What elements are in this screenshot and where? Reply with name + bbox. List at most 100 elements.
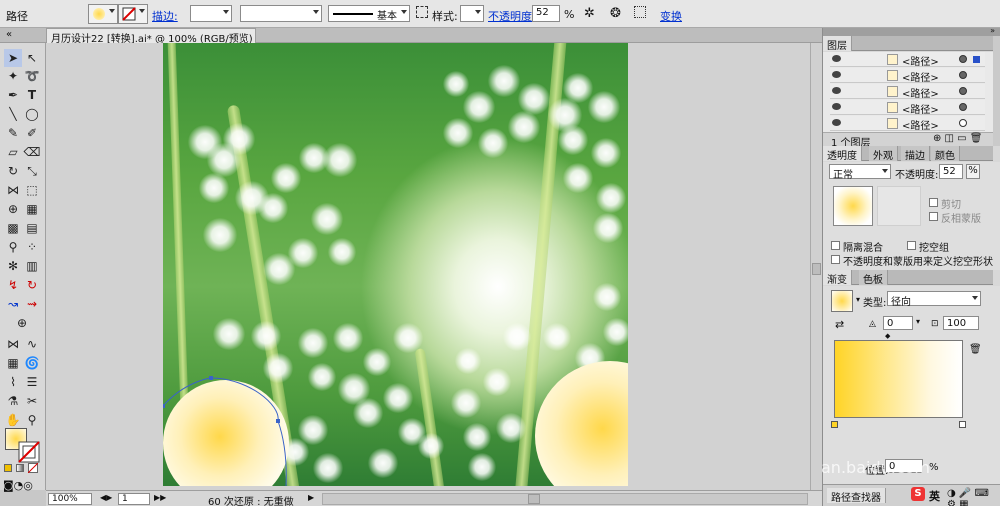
- visibility-eye-icon[interactable]: [832, 71, 841, 78]
- warp-tool-icon[interactable]: ⋈: [4, 335, 22, 353]
- layer-row[interactable]: <路径>: [830, 116, 985, 132]
- target-icon[interactable]: [959, 119, 967, 127]
- zoom-field[interactable]: 100%: [48, 493, 92, 505]
- vertical-scrollbar[interactable]: [810, 43, 822, 490]
- angle-dropdown-icon[interactable]: ▾: [916, 317, 920, 326]
- isolate-blending-checkbox[interactable]: [831, 241, 840, 250]
- layer-row[interactable]: <路径>: [830, 52, 985, 68]
- reverse-gradient-icon[interactable]: ⇄: [835, 318, 844, 331]
- gradient-stop-start[interactable]: [831, 421, 838, 428]
- rotate-tool-icon[interactable]: ↻: [4, 162, 22, 180]
- blob-brush-tool-icon[interactable]: ▱: [4, 143, 22, 161]
- document-tab[interactable]: 月历设计22 [转换].ai* @ 100% (RGB/预览) ⊠: [46, 28, 256, 43]
- scale-tool-icon[interactable]: ⤡: [23, 162, 41, 180]
- ime-logo-icon[interactable]: S: [911, 487, 925, 501]
- pen-tool-icon[interactable]: ✒: [4, 86, 22, 104]
- shape-builder-tool-icon[interactable]: ⊕: [4, 200, 22, 218]
- list-tool-icon[interactable]: ☰: [23, 373, 41, 391]
- gradient-preview-swatch[interactable]: [831, 290, 853, 312]
- vertical-scroll-thumb[interactable]: [812, 263, 821, 275]
- gradient-mode-icon[interactable]: [16, 464, 24, 472]
- direct-selection-tool-icon[interactable]: ↖: [23, 49, 41, 67]
- knife-tool-icon[interactable]: ✂: [23, 392, 41, 410]
- visibility-eye-icon[interactable]: [832, 103, 841, 110]
- opacity-value-field[interactable]: 52: [939, 164, 963, 179]
- draw-mode-icon[interactable]: ◙◔◎: [3, 479, 33, 492]
- artboard-artwork[interactable]: [163, 43, 628, 486]
- opacity-mask-thumbnail[interactable]: [877, 186, 921, 226]
- selection-tool-icon[interactable]: ➤: [4, 49, 22, 67]
- perspective-grid-tool-icon[interactable]: ▦: [23, 200, 41, 218]
- horizontal-scrollbar[interactable]: [322, 493, 808, 505]
- align-stroke-icon[interactable]: [416, 6, 428, 18]
- collapse-toolbox-icon[interactable]: «: [6, 29, 12, 40]
- hand-tool-icon[interactable]: ✋: [4, 411, 22, 429]
- ime-toolbar-icons[interactable]: ◑ 🎤 ⌨ ⚙ ▦: [947, 488, 1000, 506]
- sparkline-tool-icon[interactable]: ⌇: [4, 373, 22, 391]
- ellipse-tool-icon[interactable]: ◯: [23, 105, 41, 123]
- column-graph-tool-icon[interactable]: ▥: [23, 257, 41, 275]
- chart-tool-icon[interactable]: ▦: [4, 354, 22, 372]
- next-artboard-icon[interactable]: ▶▶: [154, 493, 166, 502]
- invert-mask-checkbox[interactable]: [929, 212, 938, 221]
- align-to-icon[interactable]: [634, 6, 646, 18]
- free-transform-tool-icon[interactable]: ⬚: [23, 181, 41, 199]
- none-mode-icon[interactable]: [28, 463, 38, 473]
- slice-tool-icon[interactable]: ↻: [23, 276, 41, 294]
- layer-row[interactable]: <路径>: [830, 84, 985, 100]
- aspect-ratio-field[interactable]: 100: [943, 316, 979, 330]
- status-menu-icon[interactable]: ▶: [308, 493, 314, 502]
- opacity-unit-button[interactable]: %: [966, 164, 980, 179]
- visibility-eye-icon[interactable]: [832, 119, 841, 126]
- zoom-tool-icon[interactable]: ⚲: [23, 411, 41, 429]
- wave-tool-icon[interactable]: ∿: [23, 335, 41, 353]
- brush-definition-dropdown[interactable]: 基本: [328, 5, 410, 22]
- mesh-tool-icon[interactable]: ▩: [4, 219, 22, 237]
- stroke-swatch-button[interactable]: [118, 4, 148, 24]
- visibility-eye-icon[interactable]: [832, 55, 841, 62]
- canvas-area[interactable]: [46, 43, 822, 490]
- pencil-tool-icon[interactable]: ✐: [23, 124, 41, 142]
- collapse-dock-icon[interactable]: »: [990, 26, 995, 35]
- layer-row[interactable]: <路径>: [830, 100, 985, 116]
- transform-link[interactable]: 变换: [660, 8, 682, 24]
- symbol-sprayer-tool-icon[interactable]: ✻: [4, 257, 22, 275]
- type-tool-icon[interactable]: T: [23, 86, 41, 104]
- visibility-eye-icon[interactable]: [832, 87, 841, 94]
- stroke-color-box[interactable]: [18, 441, 40, 463]
- artboard-tool-icon[interactable]: ↯: [4, 276, 22, 294]
- eraser-tool-icon[interactable]: ⌫: [23, 143, 41, 161]
- tab-swatches[interactable]: 色板: [859, 270, 888, 286]
- gradient-type-dropdown[interactable]: 径向: [887, 291, 981, 308]
- paintbrush-tool-icon[interactable]: ✎: [4, 124, 22, 142]
- target-icon[interactable]: [959, 71, 967, 79]
- opacity-input[interactable]: 52: [532, 5, 560, 22]
- isolate-icon[interactable]: ❂: [610, 6, 621, 21]
- graphic-style-dropdown[interactable]: [460, 5, 484, 22]
- knockout-group-checkbox[interactable]: [907, 241, 916, 250]
- clip-checkbox[interactable]: [929, 198, 938, 207]
- blend-tool-icon[interactable]: ⁘: [23, 238, 41, 256]
- magic-wand-tool-icon[interactable]: ✦: [4, 67, 22, 85]
- join-tool-icon[interactable]: ⇝: [23, 295, 41, 313]
- twirl-tool-icon[interactable]: 🌀: [23, 354, 41, 372]
- opacity-link[interactable]: 不透明度: [488, 8, 532, 24]
- target-icon[interactable]: [959, 103, 967, 111]
- layers-scrollbar[interactable]: [993, 36, 1000, 146]
- blend-mode-dropdown[interactable]: 正常: [829, 164, 891, 181]
- layers-footer-icons[interactable]: ⊕ ◫ ▭ 🗑: [933, 133, 983, 144]
- eyedropper-tool-icon[interactable]: ⚲: [4, 238, 22, 256]
- line-segment-tool-icon[interactable]: ╲: [4, 105, 22, 123]
- artboard-number-field[interactable]: 1: [118, 493, 150, 505]
- horizontal-scroll-thumb[interactable]: [528, 494, 540, 504]
- stroke-link[interactable]: 描边:: [152, 8, 178, 24]
- opacity-mask-knockout-checkbox[interactable]: [831, 255, 840, 264]
- measure-tool-icon[interactable]: ⚗: [4, 392, 22, 410]
- previous-artboard-icon[interactable]: ◀▶: [100, 493, 112, 502]
- tab-pathfinder[interactable]: 路径查找器: [827, 488, 886, 504]
- tab-stroke[interactable]: 描边: [901, 146, 930, 162]
- target-icon[interactable]: [959, 87, 967, 95]
- delete-stop-icon[interactable]: 🗑: [969, 344, 982, 355]
- target-icon[interactable]: [959, 55, 967, 63]
- ime-language-indicator[interactable]: 英: [929, 488, 940, 504]
